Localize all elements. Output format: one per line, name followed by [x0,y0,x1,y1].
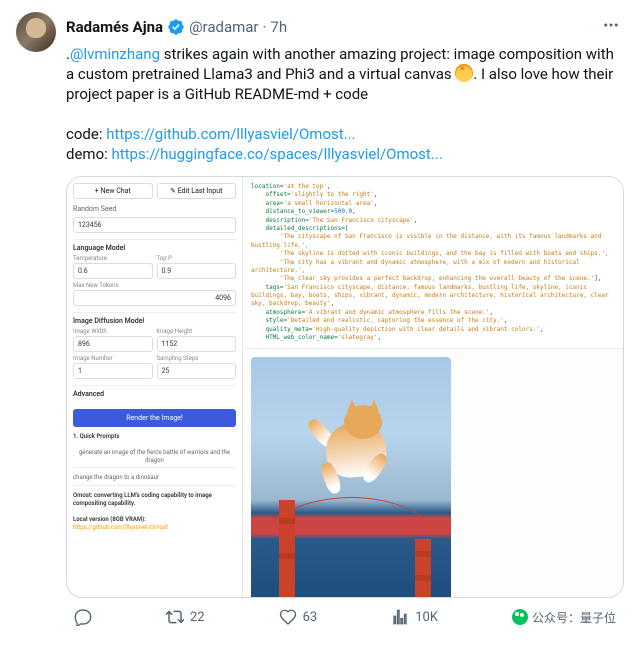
header-main: Radamés Ajna @radamar · 7h .@lvminzhang … [66,12,624,638]
maxtok-label: Max New Tokens [73,282,236,289]
footer-desc: Omost: converting LLM's coding capabilit… [73,490,236,510]
maxtok-input[interactable]: 4096 [73,290,236,306]
display-name[interactable]: Radamés Ajna [66,18,163,36]
tweet-header: Radamés Ajna @radamar · 7h .@lvminzhang … [16,12,624,638]
reply-icon [74,608,92,626]
more-button[interactable] [598,12,624,42]
retweet-icon [166,608,184,626]
handle[interactable]: @radamar [189,18,258,36]
demo-label: demo: [66,145,111,163]
steps-label: Sampling Steps [157,355,237,362]
reply-button[interactable] [74,608,92,626]
lm-section-title[interactable]: Language Model [73,244,236,252]
height-label: Image Height [157,328,237,335]
quick-prompt-1[interactable]: generate an image of the fierce battle o… [73,447,236,469]
verified-badge-icon [167,18,185,36]
view-count: 10K [415,610,438,625]
cat-graphic [306,397,406,497]
like-count: 63 [303,610,318,625]
avatar[interactable] [16,12,56,52]
width-label: Image Width [73,328,153,335]
tweet-actions: 22 63 10K 公众号：量子位 [66,598,624,638]
render-button[interactable]: Render the Image! [73,409,236,427]
num-label: Image Number [73,355,153,362]
topp-label: Top P [157,255,237,262]
image-area [243,349,623,598]
steps-input[interactable]: 25 [157,363,237,379]
seed-label: Random Seed [73,205,236,213]
edit-last-button[interactable]: ✎ Edit Last Input [157,183,237,199]
bridge-graphic [251,487,451,598]
footer-local: Local version (8GB VRAM): https://github… [73,514,236,534]
like-button[interactable]: 63 [279,608,318,626]
quick-prompt-2[interactable]: change the dragon to a dinosaur [73,472,236,486]
heart-icon [279,608,297,626]
separator-dot: · [263,18,267,36]
ellipsis-icon [602,16,620,34]
temp-input[interactable]: 0.6 [73,263,153,279]
sidebar: + New Chat ✎ Edit Last Input Random Seed… [67,177,243,597]
diff-section-title[interactable]: Image Diffusion Model [73,317,236,325]
advanced-section[interactable]: Advanced [73,390,236,398]
retweet-count: 22 [190,610,205,625]
seed-input[interactable]: 123456 [73,217,236,233]
app-ui: + New Chat ✎ Edit Last Input Random Seed… [67,177,623,597]
num-input[interactable]: 1 [73,363,153,379]
quick-prompts-title: 1. Quick Prompts [73,431,236,443]
watermark: 公众号：量子位 [512,609,616,626]
code-block: location='at the top', offset='slightly … [243,177,623,349]
tweet-body: .@lvminzhang strikes again with another … [66,44,624,164]
height-input[interactable]: 1152 [157,336,237,352]
retweet-button[interactable]: 22 [166,608,205,626]
code-link[interactable]: https://github.com/lllyasviel/Omost... [106,125,355,143]
temp-label: Temperature [73,255,153,262]
timestamp[interactable]: 7h [270,18,287,36]
tweet-container: Radamés Ajna @radamar · 7h .@lvminzhang … [0,0,640,638]
width-input[interactable]: 896 [73,336,153,352]
new-chat-button[interactable]: + New Chat [73,183,153,199]
code-label: code: [66,125,106,143]
demo-link[interactable]: https://huggingface.co/spaces/lllyasviel… [111,145,442,163]
star-struck-emoji-icon [455,64,473,82]
views-icon [391,608,409,626]
embedded-screenshot[interactable]: + New Chat ✎ Edit Last Input Random Seed… [66,176,624,598]
topp-input[interactable]: 0.9 [157,263,237,279]
main-panel: location='at the top', offset='slightly … [243,177,623,597]
name-row: Radamés Ajna @radamar · 7h [66,12,624,42]
local-link[interactable]: https://github.com/lllyasviel/Omost [73,524,168,531]
views-button[interactable]: 10K [391,608,438,626]
watermark-text: 公众号：量子位 [532,609,616,626]
generated-image[interactable] [251,357,451,598]
mention-link[interactable]: @lvminzhang [70,45,160,63]
wechat-icon [512,609,528,625]
